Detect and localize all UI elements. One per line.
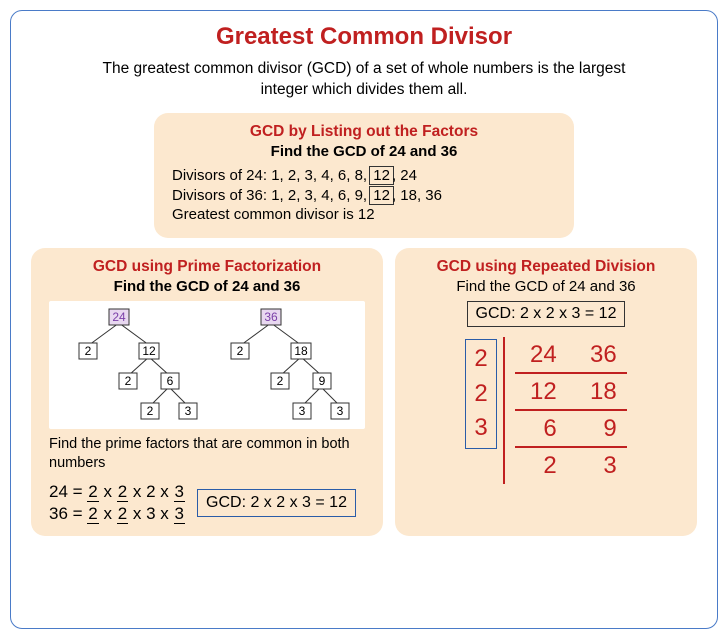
rd-row: 6 9	[515, 411, 627, 448]
listing-box: GCD by Listing out the Factors Find the …	[154, 113, 574, 238]
svg-text:3: 3	[299, 404, 306, 418]
prime-equations-row: 24 = 2 x 2 x 2 x 3 36 = 2 x 2 x 3 x 3 GC…	[49, 481, 365, 527]
listing-subtitle: Find the GCD of 24 and 36	[172, 143, 556, 160]
rd-row: 2 3	[515, 448, 627, 483]
rd-cell: 24	[521, 339, 557, 370]
svg-text:6: 6	[167, 374, 174, 388]
repeated-subtitle: Find the GCD of 24 and 36	[413, 278, 679, 295]
prime-subtitle: Find the GCD of 24 and 36	[49, 278, 365, 295]
factor-tree-24: 24 2 12 2 6 2 3	[49, 305, 203, 425]
divisors-36-boxed: 12	[369, 186, 394, 205]
rd-cell: 6	[521, 413, 557, 444]
repeated-gcd-result: GCD: 2 x 2 x 3 = 12	[467, 301, 626, 327]
svg-text:36: 36	[264, 310, 278, 324]
rd-cell: 3	[581, 450, 617, 481]
repeated-division-diagram: 2 2 3 24 36 12 18 6 9	[413, 337, 679, 484]
svg-text:2: 2	[237, 344, 244, 358]
divisors-36-line: Divisors of 36: 1, 2, 3, 4, 6, 9, 12, 18…	[172, 186, 556, 205]
svg-text:2: 2	[277, 374, 284, 388]
repeated-box: GCD using Repeated Division Find the GCD…	[395, 248, 697, 537]
repeated-title: GCD using Repeated Division	[413, 258, 679, 276]
rd-cell: 12	[521, 376, 557, 407]
divisors-24-line: Divisors of 24: 1, 2, 3, 4, 6, 8, 12, 24	[172, 166, 556, 185]
rd-divisor: 2	[474, 377, 487, 412]
divisors-24-boxed: 12	[369, 166, 394, 185]
divisors-36-prefix: Divisors of 36: 1, 2, 3, 4, 6, 9,	[172, 187, 371, 204]
rd-quotients-table: 24 36 12 18 6 9 2 3	[503, 337, 627, 484]
listing-title: GCD by Listing out the Factors	[172, 123, 556, 141]
rd-cell: 36	[581, 339, 617, 370]
svg-text:12: 12	[142, 344, 156, 358]
prime-gcd-result: GCD: 2 x 2 x 3 = 12	[197, 489, 356, 517]
svg-text:18: 18	[294, 344, 308, 358]
divisors-36-suffix: , 18, 36	[392, 187, 442, 204]
intro-text: The greatest common divisor (GCD) of a s…	[81, 59, 647, 101]
prime-note: Find the prime factors that are common i…	[49, 435, 365, 473]
factor-tree-36: 36 2 18 2 9 3 3	[211, 305, 365, 425]
svg-text:24: 24	[112, 310, 126, 324]
svg-text:2: 2	[147, 404, 154, 418]
prime-equations: 24 = 2 x 2 x 2 x 3 36 = 2 x 2 x 3 x 3	[49, 481, 185, 527]
listing-result: Greatest common divisor is 12	[172, 206, 556, 223]
svg-text:3: 3	[337, 404, 344, 418]
rd-cell: 2	[521, 450, 557, 481]
rd-divisor: 3	[474, 411, 487, 446]
eq-24: 24 = 2 x 2 x 2 x 3	[49, 481, 185, 504]
divisors-24-prefix: Divisors of 24: 1, 2, 3, 4, 6, 8,	[172, 167, 371, 184]
rd-cell: 18	[581, 376, 617, 407]
rd-row: 24 36	[515, 337, 627, 374]
svg-text:2: 2	[85, 344, 92, 358]
svg-text:2: 2	[125, 374, 132, 388]
prime-title: GCD using Prime Factorization	[49, 258, 365, 276]
factor-trees: 24 2 12 2 6 2 3 36 2	[49, 301, 365, 429]
rd-divisor: 2	[474, 342, 487, 377]
svg-text:9: 9	[319, 374, 326, 388]
rd-cell: 9	[581, 413, 617, 444]
svg-text:3: 3	[185, 404, 192, 418]
rd-divisors-column: 2 2 3	[465, 339, 496, 449]
page-title: Greatest Common Divisor	[31, 23, 697, 51]
main-panel: Greatest Common Divisor The greatest com…	[10, 10, 718, 629]
bottom-row: GCD using Prime Factorization Find the G…	[31, 248, 697, 537]
prime-box: GCD using Prime Factorization Find the G…	[31, 248, 383, 537]
rd-row: 12 18	[515, 374, 627, 411]
divisors-24-suffix: , 24	[392, 167, 417, 184]
eq-36: 36 = 2 x 2 x 3 x 3	[49, 503, 185, 526]
